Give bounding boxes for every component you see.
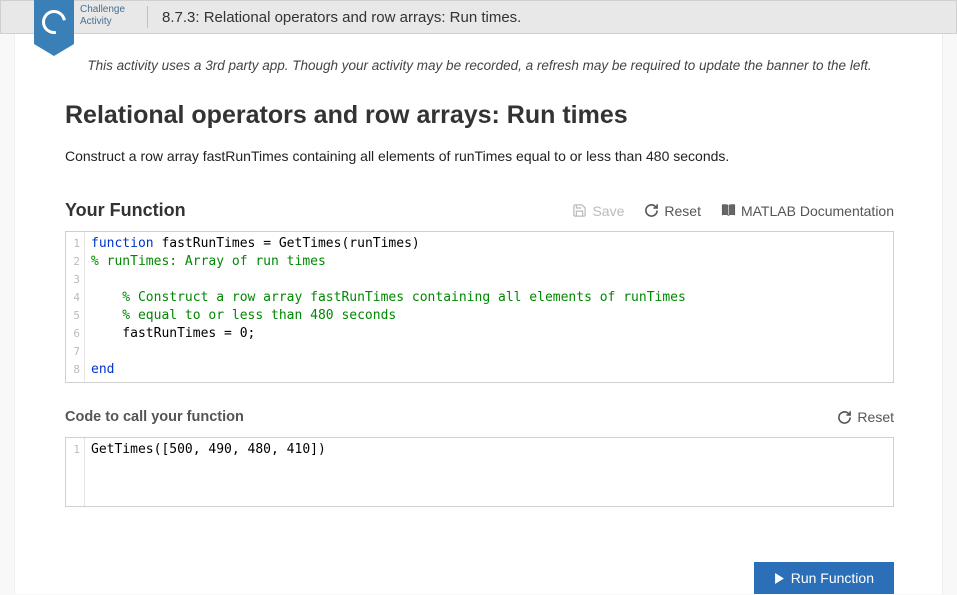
docs-label: MATLAB Documentation — [741, 203, 894, 219]
page-title: Relational operators and row arrays: Run… — [65, 101, 894, 130]
instructions-text: Construct a row array fastRunTimes conta… — [65, 148, 894, 164]
run-label: Run Function — [791, 570, 874, 586]
your-function-title: Your Function — [65, 200, 186, 221]
c-icon — [37, 5, 70, 38]
activity-title: 8.7.3: Relational operators and row arra… — [162, 9, 521, 26]
code-body[interactable]: function fastRunTimes = GetTimes(runTime… — [85, 232, 893, 382]
call-section-header: Code to call your function Reset — [65, 409, 894, 425]
call-reset-button[interactable]: Reset — [837, 409, 894, 425]
line-numbers: 12345678 — [66, 232, 85, 382]
save-button[interactable]: Save — [572, 203, 624, 219]
reset-label: Reset — [664, 203, 701, 219]
save-label: Save — [592, 203, 624, 219]
third-party-notice: This activity uses a 3rd party app. Thou… — [65, 58, 894, 73]
your-function-header: Your Function Save Reset MATLAB Document… — [65, 200, 894, 221]
function-code-editor[interactable]: 12345678 function fastRunTimes = GetTime… — [65, 231, 894, 383]
reset-button[interactable]: Reset — [644, 203, 701, 219]
reset-icon — [644, 203, 659, 218]
header-divider — [147, 6, 148, 28]
call-reset-label: Reset — [857, 409, 894, 425]
call-line-numbers: 1 — [66, 438, 85, 506]
run-function-button[interactable]: Run Function — [754, 562, 894, 594]
challenge-badge — [34, 0, 74, 44]
call-code-editor[interactable]: 1 GetTimes([500, 490, 480, 410]) — [65, 437, 894, 507]
call-section-title: Code to call your function — [65, 409, 244, 425]
badge-label: Challenge Activity — [80, 4, 125, 28]
save-icon — [572, 203, 587, 218]
play-icon — [774, 573, 785, 584]
reset-icon — [837, 410, 852, 425]
content-area: This activity uses a 3rd party app. Thou… — [14, 34, 943, 594]
book-icon — [721, 203, 736, 218]
function-actions: Save Reset MATLAB Documentation — [572, 203, 894, 219]
docs-button[interactable]: MATLAB Documentation — [721, 203, 894, 219]
header-bar: 8.7.3: Relational operators and row arra… — [0, 0, 957, 34]
call-code-body[interactable]: GetTimes([500, 490, 480, 410]) — [85, 438, 893, 506]
